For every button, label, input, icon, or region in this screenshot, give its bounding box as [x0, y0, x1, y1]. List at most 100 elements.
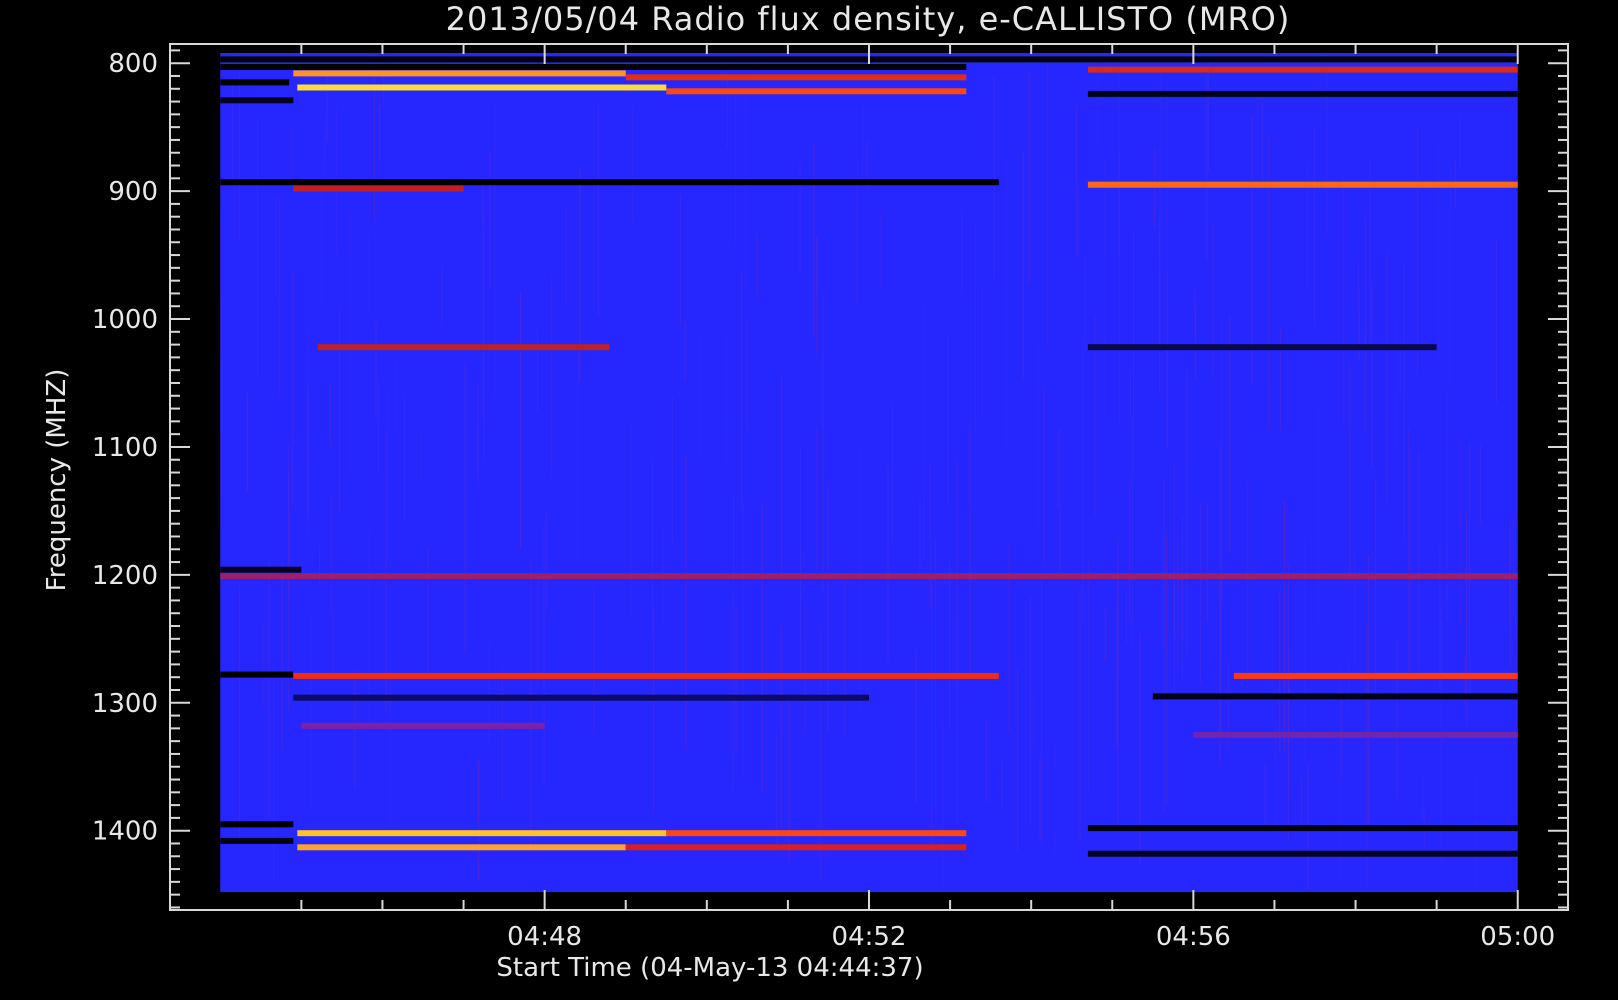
heatmap-streak — [1076, 104, 1078, 257]
heatmap-band — [1087, 66, 1518, 73]
heatmap-streak — [1079, 587, 1081, 841]
heatmap-streak — [238, 585, 241, 841]
heatmap-streak — [464, 362, 466, 655]
heatmap-streak — [501, 666, 503, 801]
heatmap-streak — [1008, 542, 1010, 733]
heatmap-streak — [330, 495, 332, 615]
heatmap-streak — [478, 760, 480, 882]
heatmap-streak — [1495, 239, 1498, 404]
heatmap-band — [625, 74, 967, 81]
heatmap-streak — [822, 296, 824, 593]
heatmap-streak — [1396, 315, 1398, 453]
heatmap-streak — [1119, 150, 1121, 425]
heatmap-streak — [291, 126, 293, 179]
heatmap-band — [220, 179, 999, 186]
heatmap-streak — [1117, 538, 1119, 830]
heatmap-streak — [1479, 444, 1481, 525]
heatmap-streak — [1449, 161, 1451, 384]
x-tick-label: 04:52 — [832, 922, 907, 952]
heatmap-streak — [652, 607, 655, 813]
heatmap-streak — [263, 622, 265, 708]
heatmap-streak — [756, 234, 758, 299]
heatmap-streak — [1005, 159, 1007, 446]
heatmap-streak — [861, 103, 863, 176]
heatmap-streak — [684, 319, 686, 381]
heatmap-streak — [1325, 55, 1328, 235]
heatmap-streak — [1129, 481, 1131, 623]
heatmap-streak — [1512, 522, 1514, 620]
heatmap-streak — [373, 54, 376, 223]
heatmap-streak — [1132, 230, 1134, 472]
heatmap-band — [1087, 850, 1518, 857]
heatmap-streak — [477, 381, 479, 485]
heatmap-streak — [985, 717, 987, 804]
heatmap-streak — [726, 58, 728, 150]
spectrogram-figure: 2013/05/04 Radio flux density, e-CALLIST… — [0, 0, 1618, 1000]
heatmap-band — [297, 84, 667, 91]
heatmap-streak — [780, 372, 783, 578]
heatmap-streak — [1077, 185, 1079, 252]
heatmap-streak — [788, 696, 790, 864]
heatmap-streak — [1088, 558, 1090, 792]
heatmap-streak — [974, 222, 977, 510]
heatmap-streak — [1423, 811, 1425, 855]
heatmap-streak — [220, 297, 222, 528]
heatmap-streak — [1154, 148, 1156, 229]
heatmap-streak — [1219, 580, 1221, 767]
heatmap-streak — [1439, 545, 1441, 689]
heatmap-band — [220, 573, 1518, 580]
heatmap-streak — [545, 512, 547, 611]
heatmap-streak — [1059, 427, 1061, 580]
y-tick-label: 1400 — [92, 817, 158, 847]
heatmap-streak — [1396, 639, 1398, 799]
heatmap-streak — [387, 395, 389, 560]
heatmap-streak — [1386, 250, 1388, 505]
heatmap-band — [301, 722, 545, 729]
heatmap-band — [220, 671, 294, 678]
heatmap-streak — [993, 75, 995, 279]
heatmap-streak — [761, 503, 763, 794]
heatmap-streak — [1353, 553, 1356, 664]
heatmap-streak — [1194, 306, 1196, 380]
heatmap-band — [625, 844, 967, 851]
heatmap-streak — [441, 265, 443, 326]
heatmap-streak — [1177, 540, 1179, 667]
heatmap-streak — [1304, 539, 1306, 764]
heatmap-streak — [482, 204, 484, 421]
heatmap-streak — [309, 612, 311, 812]
heatmap-streak — [1261, 102, 1263, 187]
heatmap-background — [220, 52, 1518, 893]
heatmap-streak — [632, 105, 634, 222]
heatmap-streak — [307, 387, 309, 521]
heatmap-streak — [275, 197, 277, 298]
heatmap-streak — [318, 545, 321, 586]
heatmap-streak — [969, 421, 971, 673]
heatmap-streak — [1417, 125, 1419, 376]
y-tick-label: 800 — [108, 49, 158, 79]
heatmap-streak — [1129, 369, 1131, 484]
heatmap-band — [220, 97, 294, 104]
heatmap-streak — [1102, 662, 1104, 854]
heatmap-streak — [1162, 660, 1165, 790]
heatmap-streak — [699, 332, 701, 455]
heatmap-streak — [1410, 453, 1412, 684]
heatmap-streak — [651, 458, 653, 637]
heatmap-streak — [1016, 668, 1019, 852]
heatmap-streak — [742, 501, 744, 778]
heatmap-streak — [231, 82, 234, 179]
heatmap-streak — [421, 426, 423, 481]
heatmap-streak — [292, 272, 294, 509]
heatmap-streak — [1288, 649, 1290, 800]
heatmap-streak — [368, 531, 371, 732]
heatmap-band — [293, 185, 464, 192]
heatmap-streak — [1264, 762, 1266, 830]
heatmap-streak — [543, 521, 545, 785]
heatmap-streak — [377, 379, 380, 473]
heatmap-streak — [1280, 328, 1282, 432]
heatmap-streak — [630, 421, 632, 618]
heatmap-streak — [281, 561, 283, 750]
heatmap-streak — [745, 86, 747, 290]
heatmap-streak — [685, 456, 687, 750]
heatmap-streak — [1368, 555, 1370, 827]
heatmap-streak — [891, 402, 893, 543]
